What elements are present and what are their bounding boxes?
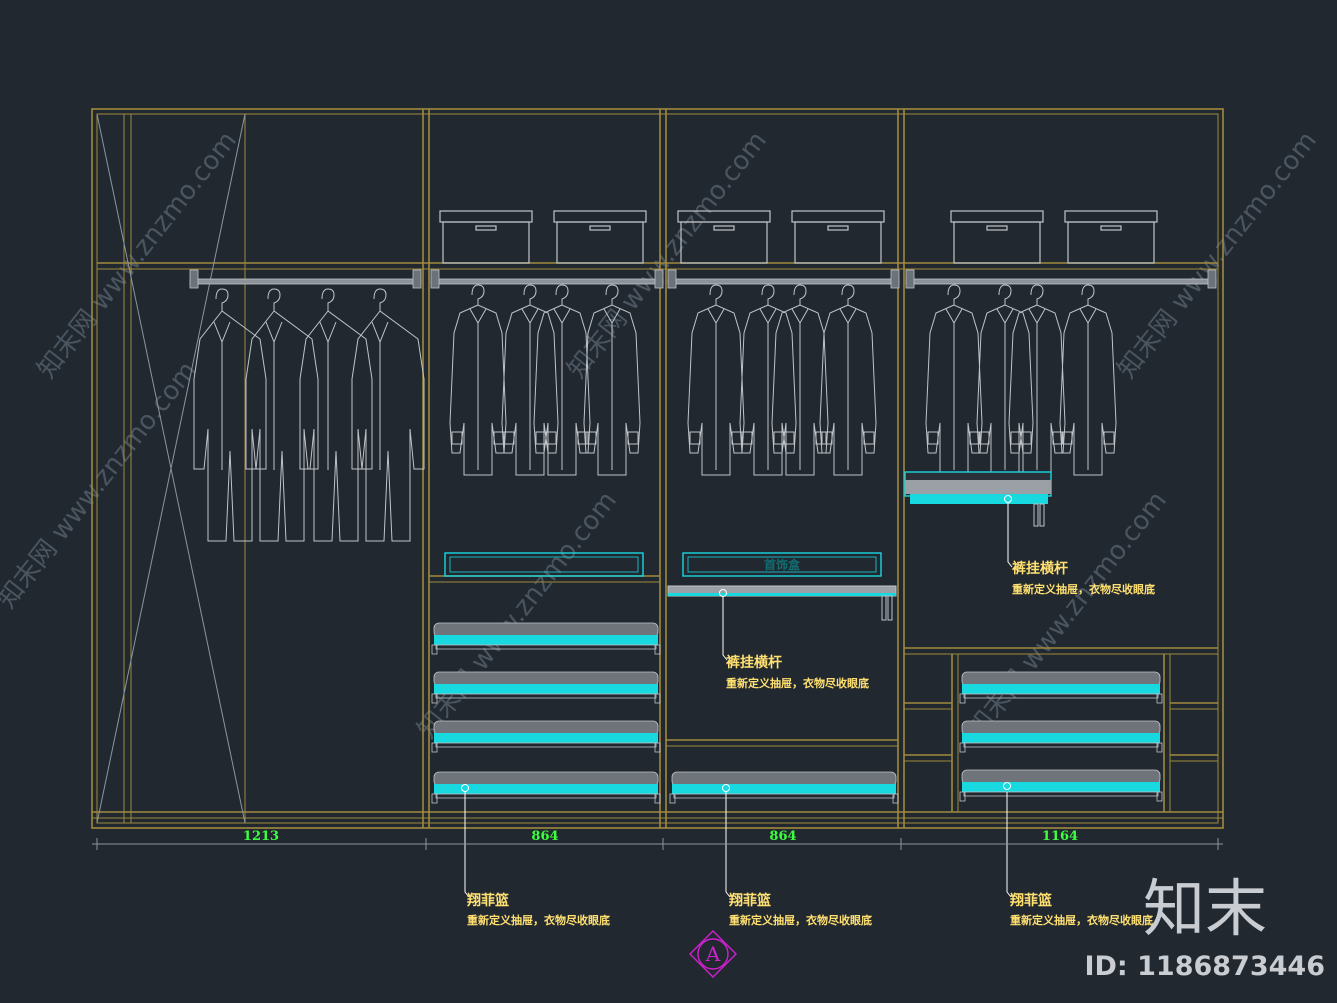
hanging-rod	[667, 269, 900, 289]
basket-drawer	[431, 671, 661, 704]
wardrobe-elevation-drawing: 知末网 www.znzmo.com 知末网 www.znzmo.com 知末网 …	[0, 108, 1325, 982]
basket-drawer	[959, 671, 1163, 704]
storage-box	[553, 210, 647, 264]
hanging-shirt	[819, 284, 877, 476]
basket-drawer	[669, 771, 899, 804]
storage-box	[1064, 210, 1158, 264]
hanging-robe	[193, 288, 267, 542]
storage-box	[950, 210, 1044, 264]
jewelry-tray-label: 首饰盒	[764, 557, 801, 572]
note-basket-bay3-subtitle: 重新定义抽屉，衣物尽收眼底	[729, 913, 872, 927]
note-pants-rack-bay3-title: 裤挂横杆	[726, 654, 782, 671]
image-id-label: ID: 1186873446	[1084, 951, 1325, 982]
watermark-text: 知末网 www.znzmo.com	[0, 356, 203, 614]
note-basket-bay4-subtitle: 重新定义抽屉，衣物尽收眼底	[1010, 913, 1153, 927]
dimension-bay4: 1164	[1042, 829, 1078, 844]
hanging-rod	[189, 269, 422, 289]
watermark-text: 知末网 www.znzmo.com	[412, 486, 623, 744]
basket-drawer	[959, 720, 1163, 753]
brand-logo-text: 知末	[1143, 872, 1267, 945]
hanging-shirt	[976, 284, 1034, 476]
section-marker: A	[689, 930, 737, 978]
storage-box	[791, 210, 885, 264]
hanging-shirt	[771, 284, 829, 476]
dimension-bay3: 864	[769, 829, 796, 844]
note-pants-rack-bay4-subtitle: 重新定义抽屉，衣物尽收眼底	[1012, 582, 1155, 596]
basket-drawer	[431, 720, 661, 753]
note-basket-bay4-title: 翔菲篮	[1009, 892, 1052, 909]
watermark-layer: 知末网 www.znzmo.com 知末网 www.znzmo.com 知末网 …	[0, 126, 1323, 744]
basket-drawer	[959, 769, 1163, 802]
hanging-shirt	[925, 284, 983, 476]
watermark-text: 知末网 www.znzmo.com	[562, 126, 773, 384]
hanging-robe	[245, 288, 319, 542]
hanging-robe	[299, 288, 373, 542]
pants-rack-bay4	[904, 471, 1052, 527]
note-basket-bay2-subtitle: 重新定义抽屉，衣物尽收眼底	[467, 913, 610, 927]
note-basket-bay2-title: 翔菲篮	[466, 892, 509, 909]
storage-boxes	[439, 210, 1158, 264]
dimension-bay1: 1213	[243, 829, 279, 844]
basket-drawer	[431, 622, 661, 655]
watermark-text: 知末网 www.znzmo.com	[962, 486, 1173, 744]
hanging-shirt	[1008, 284, 1066, 476]
hanging-shirt	[1059, 284, 1117, 476]
note-pants-rack-bay3-subtitle: 重新定义抽屉，衣物尽收眼底	[726, 676, 869, 690]
pants-rack-bay3	[667, 585, 897, 621]
note-basket-bay3-title: 翔菲篮	[728, 892, 771, 909]
section-marker-label: A	[705, 942, 721, 966]
hanging-shirt	[687, 284, 745, 476]
basket-drawer	[431, 771, 661, 804]
hanging-shirt	[501, 284, 559, 476]
hanging-rods	[189, 269, 1217, 289]
hanging-shirt	[739, 284, 797, 476]
storage-box	[439, 210, 533, 264]
hanging-robe	[351, 288, 425, 542]
watermark-text: 知末网 www.znzmo.com	[1112, 126, 1323, 384]
hanging-shirt	[449, 284, 507, 476]
note-pants-rack-bay4-title: 裤挂横杆	[1012, 560, 1068, 577]
watermark-text: 知末网 www.znzmo.com	[32, 126, 243, 384]
dimension-bay2: 864	[531, 829, 558, 844]
